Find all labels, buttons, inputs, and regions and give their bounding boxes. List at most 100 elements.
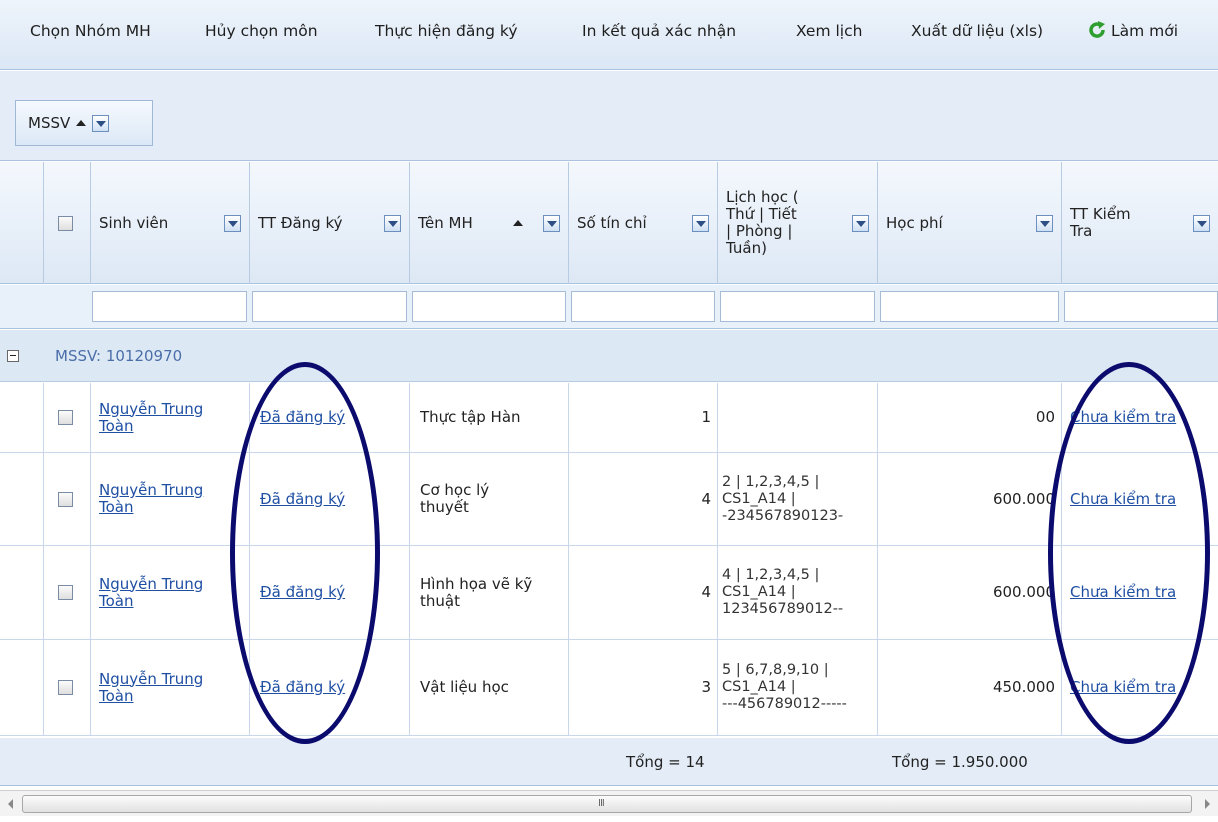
row-checkbox[interactable]	[58, 680, 73, 695]
status-link[interactable]: Đã đăng ký	[260, 490, 345, 508]
status-cell: Đã đăng ký	[249, 640, 409, 735]
column-header-label: TT Đăng ký	[258, 214, 343, 232]
scrollbar-thumb[interactable]: III	[22, 795, 1192, 813]
filter-input-status[interactable]	[252, 291, 407, 322]
row-checkbox-cell	[43, 546, 90, 639]
fee-cell: 600.000	[877, 453, 1061, 545]
filter-dropdown-icon[interactable]	[92, 114, 110, 132]
filter-input-course[interactable]	[412, 291, 566, 322]
filter-input-fee[interactable]	[880, 291, 1059, 322]
arrow-left-icon[interactable]	[8, 799, 13, 809]
credits-total: Tổng = 14	[626, 753, 705, 771]
table-row[interactable]: Nguyễn Trung Toàn Đã đăng ký Thực tập Hà…	[0, 383, 1218, 453]
filter-input-check-status[interactable]	[1064, 291, 1218, 322]
row-checkbox-cell	[43, 640, 90, 735]
table-row[interactable]: Nguyễn Trung Toàn Đã đăng ký Hình họa vẽ…	[0, 546, 1218, 640]
toolbar: Chọn Nhóm MH Hủy chọn môn Thực hiện đăng…	[0, 0, 1218, 70]
status-link[interactable]: Đã đăng ký	[260, 409, 345, 426]
student-link[interactable]: Nguyễn Trung Toàn	[99, 575, 203, 610]
group-chip-label: MSSV	[28, 114, 71, 132]
fee-total: Tổng = 1.950.000	[892, 753, 1028, 771]
status-link[interactable]: Đã đăng ký	[260, 584, 345, 601]
student-cell: Nguyễn Trung Toàn	[90, 546, 249, 639]
group-chip-mssv[interactable]: MSSV	[15, 100, 153, 146]
filter-dropdown-icon[interactable]	[692, 215, 709, 232]
row-checkbox[interactable]	[58, 585, 73, 600]
check-status-cell: Chưa kiểm tra	[1061, 453, 1218, 545]
student-link[interactable]: Nguyễn Trung Toàn	[99, 482, 203, 516]
filter-dropdown-icon[interactable]	[1193, 215, 1210, 232]
check-status-cell: Chưa kiểm tra	[1061, 383, 1218, 452]
schedule-cell: 2 | 1,2,3,4,5 | CS1_A14 | -234567890123-	[717, 453, 877, 545]
check-status-link[interactable]: Chưa kiểm tra	[1070, 490, 1176, 508]
check-status-link[interactable]: Chưa kiểm tra	[1070, 679, 1176, 696]
credits-cell: 4	[568, 546, 717, 639]
select-course-group-button[interactable]: Chọn Nhóm MH	[30, 22, 151, 40]
group-row: MSSV: 10120970	[0, 330, 1218, 382]
credits-cell: 3	[568, 640, 717, 735]
row-checkbox-cell	[43, 453, 90, 545]
sort-ascending-icon	[76, 120, 87, 126]
student-cell: Nguyễn Trung Toàn	[90, 640, 249, 735]
collapse-icon[interactable]	[7, 350, 19, 362]
row-checkbox[interactable]	[58, 410, 73, 425]
credits-cell: 4	[568, 453, 717, 545]
print-confirmation-button[interactable]: In kết quả xác nhận	[582, 22, 736, 40]
view-schedule-button[interactable]: Xem lịch	[796, 22, 862, 40]
column-header-status[interactable]: TT Đăng ký	[249, 162, 409, 284]
filter-dropdown-icon[interactable]	[543, 215, 560, 232]
table-row[interactable]: Nguyễn Trung Toàn Đã đăng ký Cơ học lý t…	[0, 453, 1218, 546]
column-header-label: Học phí	[886, 214, 943, 232]
horizontal-scrollbar[interactable]: III	[0, 790, 1218, 816]
check-status-link[interactable]: Chưa kiểm tra	[1070, 584, 1176, 601]
filter-dropdown-icon[interactable]	[384, 215, 401, 232]
fee-cell: 00	[877, 383, 1061, 452]
column-header-label: Tên MH	[418, 214, 473, 232]
status-cell: Đã đăng ký	[249, 453, 409, 545]
column-header-student[interactable]: Sinh viên	[90, 162, 249, 284]
student-cell: Nguyễn Trung Toàn	[90, 453, 249, 545]
row-checkbox[interactable]	[58, 491, 73, 507]
student-cell: Nguyễn Trung Toàn	[90, 383, 249, 452]
refresh-button[interactable]: Làm mới	[1111, 22, 1178, 40]
column-header-label: TT Kiểm Tra	[1070, 205, 1131, 240]
filter-row	[0, 285, 1218, 329]
table-row[interactable]: Nguyễn Trung Toàn Đã đăng ký Vật liệu họ…	[0, 640, 1218, 736]
cancel-course-button[interactable]: Hủy chọn môn	[205, 22, 318, 40]
summary-row: Tổng = 14 Tổng = 1.950.000	[0, 738, 1218, 786]
course-cell: Vật liệu học	[409, 640, 568, 735]
filter-input-schedule[interactable]	[720, 291, 875, 322]
status-cell: Đã đăng ký	[249, 546, 409, 639]
credits-cell: 1	[568, 383, 717, 452]
register-button[interactable]: Thực hiện đăng ký	[375, 22, 518, 40]
filter-dropdown-icon[interactable]	[852, 215, 869, 232]
export-xls-button[interactable]: Xuất dữ liệu (xls)	[911, 22, 1043, 40]
column-header-check-status[interactable]: TT Kiểm Tra	[1061, 162, 1218, 284]
fee-cell: 600.000	[877, 546, 1061, 639]
schedule-cell: 4 | 1,2,3,4,5 | CS1_A14 | 123456789012--	[717, 546, 877, 639]
column-header-fee[interactable]: Học phí	[877, 162, 1061, 284]
select-all-cell	[43, 162, 90, 284]
scrollbar-grip: III	[598, 798, 605, 809]
refresh-icon[interactable]	[1087, 20, 1107, 40]
column-header-label: Lịch học ( Thứ | Tiết | Phòng | Tuần)	[726, 188, 799, 257]
arrow-right-icon[interactable]	[1205, 799, 1210, 809]
column-header-course[interactable]: Tên MH	[409, 162, 568, 284]
filter-input-credits[interactable]	[571, 291, 715, 322]
column-header-schedule[interactable]: Lịch học ( Thứ | Tiết | Phòng | Tuần)	[717, 162, 877, 284]
student-link[interactable]: Nguyễn Trung Toàn	[99, 670, 203, 705]
status-link[interactable]: Đã đăng ký	[260, 679, 345, 696]
course-cell: Thực tập Hàn	[409, 383, 568, 452]
check-status-link[interactable]: Chưa kiểm tra	[1070, 409, 1176, 426]
filter-dropdown-icon[interactable]	[1036, 215, 1053, 232]
column-header-row: Sinh viên TT Đăng ký Tên MH Số tín chỉ L…	[0, 162, 1218, 284]
sort-ascending-icon	[513, 220, 523, 226]
column-header-credits[interactable]: Số tín chỉ	[568, 162, 717, 284]
filter-dropdown-icon[interactable]	[224, 215, 241, 232]
select-all-checkbox[interactable]	[58, 215, 73, 231]
column-header-label: Sinh viên	[99, 214, 169, 232]
check-status-cell: Chưa kiểm tra	[1061, 546, 1218, 639]
student-link[interactable]: Nguyễn Trung Toàn	[99, 400, 203, 435]
schedule-cell: 5 | 6,7,8,9,10 | CS1_A14 | ---456789012-…	[717, 640, 877, 735]
filter-input-student[interactable]	[92, 291, 247, 322]
